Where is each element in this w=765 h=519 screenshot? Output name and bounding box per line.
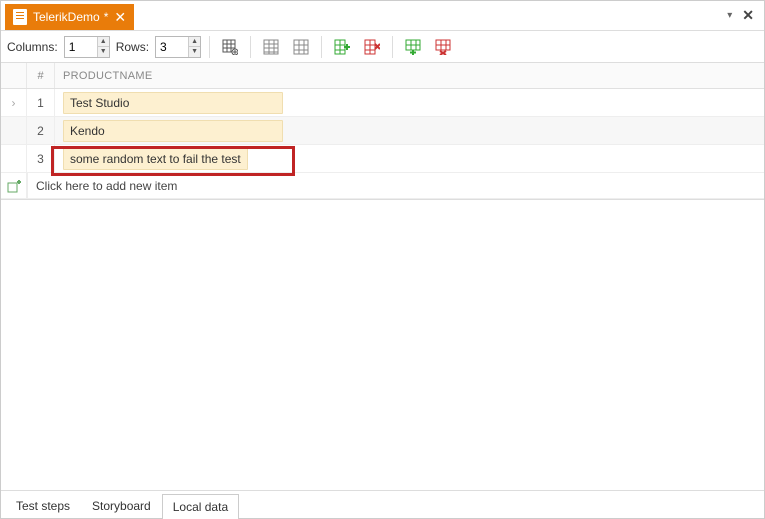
row-number-header[interactable]: # [27, 63, 55, 88]
add-row[interactable]: Click here to add new item [1, 173, 764, 199]
rows-up-icon[interactable]: ▲ [188, 37, 200, 47]
add-row-hint[interactable]: Click here to add new item [27, 173, 764, 198]
document-title: TelerikDemo [33, 10, 100, 24]
row-add-icon [405, 39, 421, 55]
column-header-productname[interactable]: PRODUCTNAME [55, 70, 764, 82]
row-number: 1 [27, 89, 55, 116]
row-selector[interactable] [1, 145, 27, 172]
table-row[interactable]: 3 some random text to fail the test [1, 145, 764, 173]
rows-input[interactable] [156, 37, 188, 57]
row-selector-icon[interactable]: › [1, 89, 27, 116]
pin-icon[interactable]: ▾ [727, 10, 732, 21]
close-window-icon[interactable]: ✕ [742, 7, 754, 24]
separator [321, 36, 322, 58]
separator [209, 36, 210, 58]
toolbar: Columns: ▲ ▼ Rows: ▲ ▼ [1, 31, 764, 63]
table-row[interactable]: 2 Kendo [1, 117, 764, 145]
empty-panel [1, 199, 764, 490]
data-grid: # PRODUCTNAME › 1 Test Studio 2 Kendo 3 … [1, 63, 764, 199]
grid-icon [263, 39, 279, 55]
document-tab[interactable]: TelerikDemo * ✕ [5, 4, 134, 30]
document-tabbar: TelerikDemo * ✕ ▾ ✕ [1, 1, 764, 31]
grid-icon [293, 39, 309, 55]
columns-input[interactable] [65, 37, 97, 57]
tab-storyboard[interactable]: Storyboard [81, 493, 162, 518]
rows-label: Rows: [116, 40, 149, 54]
create-data-button[interactable] [218, 36, 242, 58]
add-column-button[interactable] [330, 36, 354, 58]
grid-button-2[interactable] [289, 36, 313, 58]
bottom-tabbar: Test steps Storyboard Local data [1, 490, 764, 518]
columns-down-icon[interactable]: ▼ [97, 47, 109, 57]
cell-productname[interactable]: some random text to fail the test [55, 145, 764, 172]
add-row-button[interactable] [401, 36, 425, 58]
cell-productname[interactable]: Test Studio [55, 89, 764, 116]
tab-local-data[interactable]: Local data [162, 494, 239, 519]
row-number: 3 [27, 145, 55, 172]
window: TelerikDemo * ✕ ▾ ✕ Columns: ▲ ▼ Rows: ▲… [0, 0, 765, 519]
column-add-icon [334, 39, 350, 55]
grid-header-row: # PRODUCTNAME [1, 63, 764, 89]
columns-label: Columns: [7, 40, 58, 54]
remove-column-button[interactable] [360, 36, 384, 58]
grid-button-1[interactable] [259, 36, 283, 58]
table-row[interactable]: › 1 Test Studio [1, 89, 764, 117]
tab-test-steps[interactable]: Test steps [5, 493, 81, 518]
remove-row-button[interactable] [431, 36, 455, 58]
add-row-icon[interactable] [1, 173, 27, 198]
close-tab-icon[interactable]: ✕ [114, 10, 126, 24]
columns-up-icon[interactable]: ▲ [97, 37, 109, 47]
tabbar-controls: ▾ ✕ [727, 1, 760, 30]
row-number: 2 [27, 117, 55, 144]
row-selector[interactable] [1, 117, 27, 144]
separator [392, 36, 393, 58]
row-remove-icon [435, 39, 451, 55]
document-icon [13, 9, 27, 25]
cell-productname[interactable]: Kendo [55, 117, 764, 144]
column-remove-icon [364, 39, 380, 55]
modified-indicator: * [104, 10, 109, 24]
separator [250, 36, 251, 58]
rows-stepper[interactable]: ▲ ▼ [155, 36, 201, 58]
columns-stepper[interactable]: ▲ ▼ [64, 36, 110, 58]
grid-corner [1, 63, 27, 88]
grid-plus-icon [222, 39, 238, 55]
rows-down-icon[interactable]: ▼ [188, 47, 200, 57]
